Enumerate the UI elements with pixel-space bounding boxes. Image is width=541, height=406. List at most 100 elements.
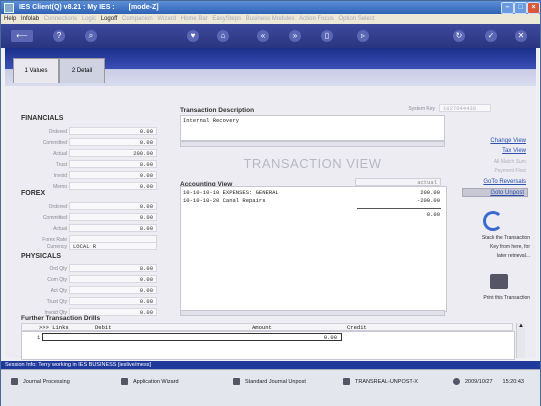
flag-icon[interactable]: ▹	[357, 30, 369, 42]
print-transaction-text[interactable]: Print this Transaction	[445, 295, 530, 301]
task-application-wizard[interactable]: Application Wizard	[121, 378, 179, 385]
forex-header: FOREX	[21, 190, 46, 197]
accounting-row-amount: 200.00	[420, 189, 440, 196]
field-trust[interactable]: 0.00	[69, 160, 157, 168]
label-currency: Currency	[46, 244, 67, 250]
field-trust-qty[interactable]: 0.00	[69, 297, 157, 305]
tax-view-link[interactable]: Tax View	[460, 148, 526, 154]
field-memo[interactable]: 0.00	[69, 182, 157, 190]
system-key-label: System Key	[408, 106, 435, 112]
field-ordered[interactable]: 0.00	[69, 127, 157, 135]
physicals-header: PHYSICALS	[21, 253, 62, 260]
field-ord-qty[interactable]: 0.00	[69, 264, 157, 272]
wizard-icon	[121, 378, 128, 385]
field-com-qty[interactable]: 0.00	[69, 275, 157, 283]
drills-col-amount: Amount	[252, 324, 272, 331]
menu-item-business-modules[interactable]: Business Modules	[246, 16, 295, 22]
title-bar: IES Client(Q) v8.21 : My IES : [mode-Z] …	[1, 1, 540, 14]
task-journal-processing[interactable]: Journal Processing	[11, 378, 70, 385]
drills-grid: 1 0.00	[21, 331, 515, 360]
search-icon[interactable]: ⌕	[85, 30, 97, 42]
back-arrow-icon[interactable]: ⟵	[11, 30, 33, 42]
app-window: IES Client(Q) v8.21 : My IES : [mode-Z] …	[0, 0, 541, 406]
tab-values[interactable]: 1 Values	[13, 58, 59, 83]
drills-header: Further Transaction Drills	[21, 315, 101, 322]
heart-icon[interactable]: ♥	[187, 30, 199, 42]
field-currency[interactable]: LOCAL R	[69, 242, 157, 250]
accounting-row-amount: -200.00	[416, 197, 440, 204]
task-standard-journal-unpost[interactable]: Standard Journal Unpost	[233, 378, 306, 385]
main-content: FINANCIALS Ordered 0.00 Committed 0.00 A…	[5, 86, 536, 360]
accounting-total: 0.00	[426, 211, 440, 218]
field-invoid[interactable]: 0.00	[69, 171, 157, 179]
menu-item-easysteps[interactable]: EasySteps	[212, 16, 241, 22]
label-act-qty: Act Qty	[50, 288, 67, 294]
tab-detail[interactable]: 2 Detail	[59, 58, 105, 83]
menu-item-help[interactable]: Help	[4, 16, 16, 22]
drills-column-header: >>> Links Debit Amount Credit	[21, 323, 513, 331]
minimize-icon[interactable]: –	[501, 2, 514, 14]
menu-item-option-select[interactable]: Option Select	[338, 16, 374, 22]
transreal-icon	[343, 378, 350, 385]
label-forex-actual: Actual	[53, 226, 67, 232]
label-trust: Trust	[55, 162, 67, 168]
accounting-scrollbar[interactable]	[180, 310, 445, 316]
close-icon[interactable]: ×	[527, 2, 540, 14]
printer-icon[interactable]	[490, 274, 508, 289]
menu-bar: Help Infolab Connections Logic Logoff Co…	[1, 14, 540, 24]
clock: 2009/10/27 15:20:43	[453, 378, 524, 385]
drills-col-links: >>> Links	[39, 324, 69, 331]
field-actual[interactable]: 200.00	[69, 149, 157, 157]
system-key-field[interactable]: 1027044438	[439, 104, 491, 112]
accounting-row-account: 10-10-10-20 Canal Repairs	[183, 197, 266, 204]
menu-item-companion[interactable]: Companion	[122, 16, 153, 22]
rewind-icon[interactable]: «	[257, 30, 269, 42]
field-forex-actual[interactable]: 0.00	[69, 224, 157, 232]
maximize-icon[interactable]: □	[514, 2, 527, 14]
clock-time: 15:20:43	[502, 378, 524, 385]
forward-icon[interactable]: »	[289, 30, 301, 42]
stack-text-line: later retrieval...	[496, 253, 530, 259]
stack-text-line: Key from here, for	[489, 244, 530, 250]
field-forex-ordered[interactable]: 0.00	[69, 202, 157, 210]
field-act-qty[interactable]: 0.00	[69, 286, 157, 294]
menu-item-wizard[interactable]: Wizard	[157, 16, 176, 22]
transaction-description-field[interactable]: Internal Recovery	[180, 115, 445, 141]
drills-row-index: 1	[37, 334, 41, 341]
change-view-link[interactable]: Change View	[460, 138, 526, 144]
menu-item-logic[interactable]: Logic	[82, 16, 96, 22]
total-divider	[357, 208, 441, 209]
drills-scrollbar[interactable]: ▲	[516, 323, 525, 358]
goto-reversals-link[interactable]: GoTo Reversals	[460, 179, 526, 185]
home-icon[interactable]: ⌂	[217, 30, 229, 42]
drills-row-selected[interactable]: 0.00	[42, 333, 342, 341]
label-invoid: Invoid	[53, 173, 67, 179]
field-forex-committed[interactable]: 0.00	[69, 213, 157, 221]
menu-item-home-bar[interactable]: Home Bar	[181, 16, 208, 22]
cancel-icon[interactable]: ✕	[515, 30, 527, 42]
menu-item-action-focus[interactable]: Action Focus	[299, 16, 334, 22]
accounting-grid: 10-10-10-10 EXPENSES: GENERAL 200.00 10-…	[180, 186, 447, 312]
field-committed[interactable]: 0.00	[69, 138, 157, 146]
help-icon[interactable]: ?	[53, 30, 65, 42]
all-match-sum-item: All Match Sum	[493, 159, 526, 165]
task-transreal-unpost[interactable]: TRANSREAL-UNPOST-X	[343, 378, 418, 385]
drills-col-debit: Debit	[95, 324, 112, 331]
label-actual: Actual	[53, 151, 67, 157]
stack-text-line: Stack the Transaction	[481, 235, 530, 241]
financials-header: FINANCIALS	[21, 115, 64, 122]
menu-item-infolab[interactable]: Infolab	[21, 16, 39, 22]
check-icon[interactable]: ✓	[485, 30, 497, 42]
refresh-icon[interactable]: ↻	[453, 30, 465, 42]
window-mode: [mode-Z]	[128, 4, 159, 11]
task-label: TRANSREAL-UNPOST-X	[355, 378, 418, 385]
description-scrollbar[interactable]	[180, 141, 445, 147]
label-com-qty: Com Qty	[47, 277, 67, 283]
scroll-up-icon[interactable]: ▲	[517, 323, 525, 329]
window-title: IES Client(Q) v8.21 : My IES :	[18, 4, 115, 11]
menu-item-connections[interactable]: Connections	[44, 16, 77, 22]
stack-refresh-icon[interactable]	[483, 211, 503, 231]
bookmark-icon[interactable]: ▯	[321, 30, 333, 42]
goto-unpost-button[interactable]: Goto Unpost	[462, 188, 528, 197]
menu-item-logoff[interactable]: Logoff	[101, 16, 118, 22]
